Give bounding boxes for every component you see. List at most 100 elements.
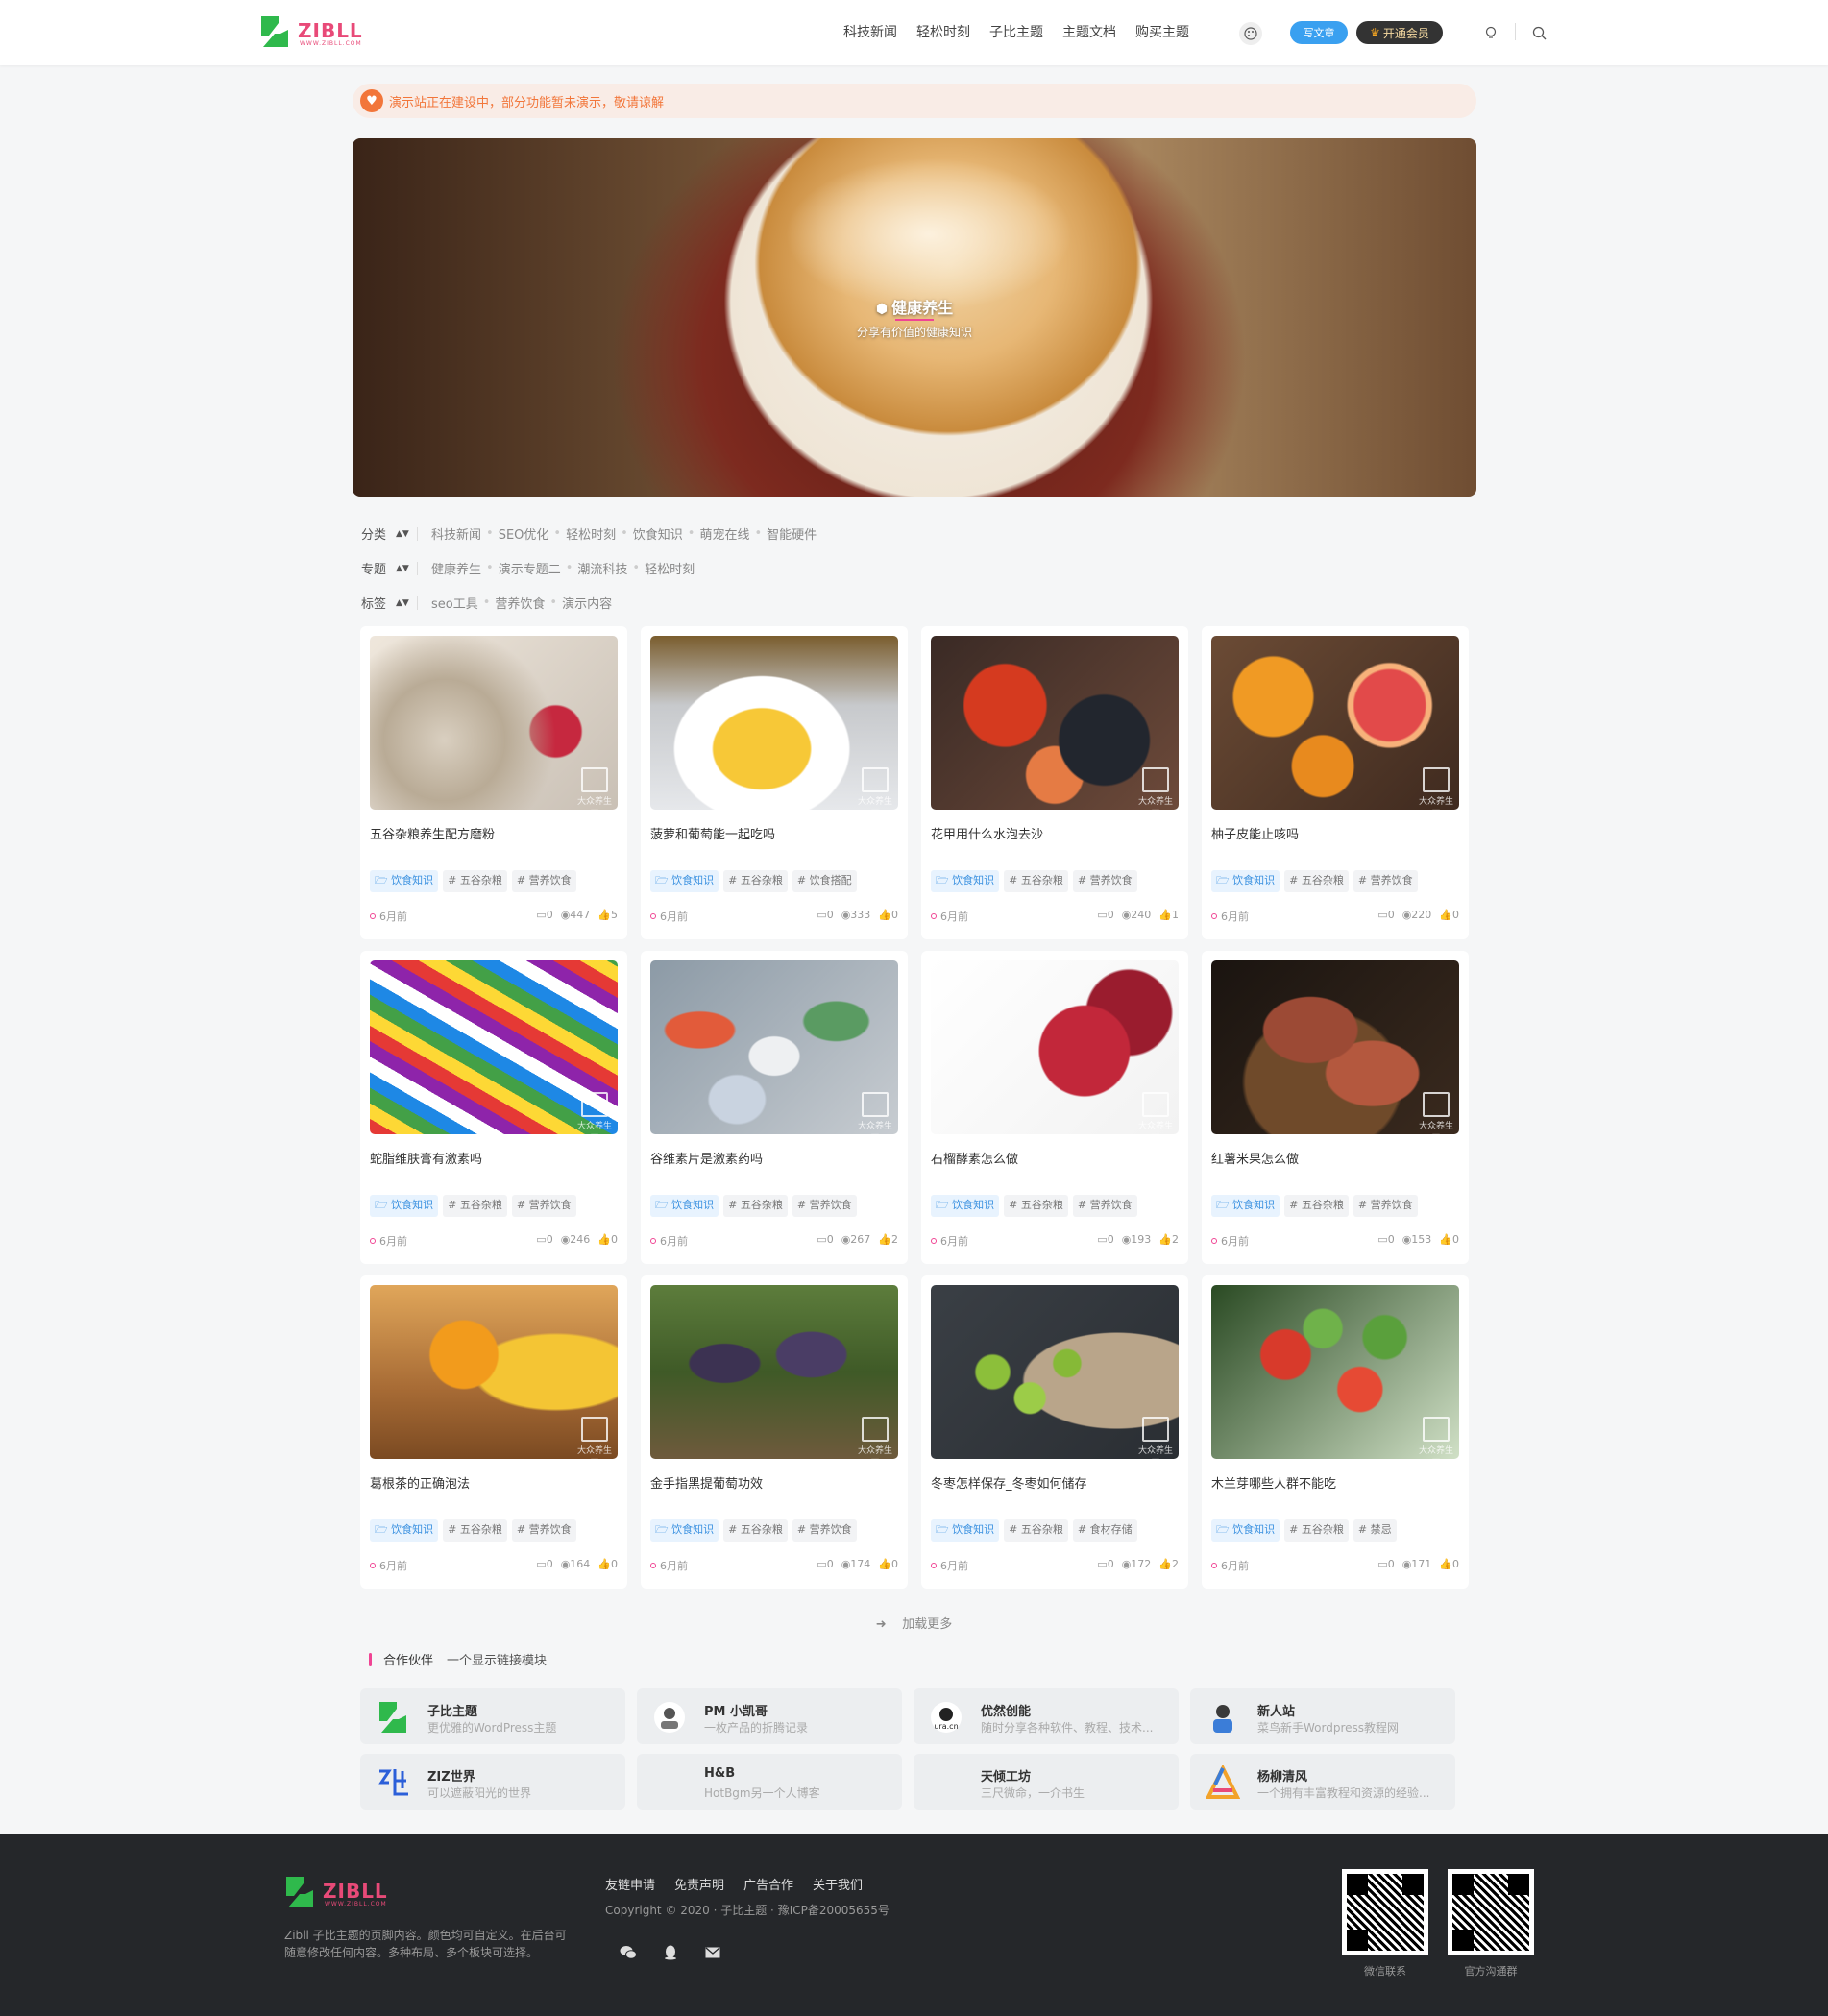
site-logo[interactable]: ZIBLL WWW.ZIBLL.COM	[259, 14, 375, 53]
sort-arrows-icon[interactable]: ▲▼	[396, 529, 417, 539]
vip-button[interactable]: ♛ 开通会员	[1356, 21, 1443, 44]
post-thumbnail[interactable]: 大众养生网	[1211, 960, 1459, 1134]
partner-link[interactable]: 天倾工坊 三尺微命，一介书生	[914, 1754, 1179, 1810]
partner-link[interactable]: PM 小凯哥 一枚产品的折腾记录	[637, 1688, 902, 1744]
topic-tag[interactable]: # 营养饮食	[792, 1519, 857, 1542]
post-card[interactable]: 大众养生网蛇脂维肤膏有激素吗🗁 饮食知识# 五谷杂粮# 营养饮食6月前▭0◉24…	[360, 951, 627, 1264]
search-button[interactable]	[1529, 23, 1548, 42]
topic-tag[interactable]: # 五谷杂粮	[1284, 870, 1349, 892]
topic-tag[interactable]: # 禁忌	[1353, 1519, 1397, 1542]
post-thumbnail[interactable]: 大众养生网	[931, 960, 1179, 1134]
post-title[interactable]: 谷维素片是激素药吗	[650, 1149, 763, 1167]
category-tag[interactable]: 🗁 饮食知识	[650, 1195, 719, 1217]
topic-tag[interactable]: # 五谷杂粮	[443, 1195, 507, 1217]
post-thumbnail[interactable]: 大众养生网	[650, 636, 898, 810]
topic-tag[interactable]: # 营养饮食	[1072, 1195, 1137, 1217]
notification-button[interactable]	[1481, 23, 1500, 42]
topic-tag[interactable]: # 营养饮食	[1072, 870, 1137, 892]
post-title[interactable]: 菠萝和葡萄能一起吃吗	[650, 824, 775, 842]
post-card[interactable]: 大众养生网谷维素片是激素药吗🗁 饮食知识# 五谷杂粮# 营养饮食6月前▭0◉26…	[641, 951, 908, 1264]
load-more-button[interactable]: ➜ 加载更多	[0, 1614, 1828, 1632]
nav-item-buy-theme[interactable]: 购买主题	[1135, 22, 1189, 41]
filter-item[interactable]: 演示内容	[562, 594, 612, 612]
footer-link-about[interactable]: 关于我们	[813, 1875, 863, 1893]
post-thumbnail[interactable]: 大众养生网	[931, 636, 1179, 810]
category-tag[interactable]: 🗁 饮食知识	[650, 870, 719, 892]
filter-item[interactable]: seo工具	[431, 594, 478, 612]
category-tag[interactable]: 🗁 饮食知识	[931, 1195, 1000, 1217]
post-title[interactable]: 石榴酵素怎么做	[931, 1149, 1018, 1167]
filter-item[interactable]: 智能硬件	[767, 524, 817, 543]
post-card[interactable]: 大众养生网五谷杂粮养生配方磨粉🗁 饮食知识# 五谷杂粮# 营养饮食6月前▭0◉4…	[360, 626, 627, 939]
post-card[interactable]: 大众养生网金手指黑提葡萄功效🗁 饮食知识# 五谷杂粮# 营养饮食6月前▭0◉17…	[641, 1275, 908, 1589]
wechat-icon[interactable]	[618, 1942, 639, 1963]
write-post-button[interactable]: 写文章	[1290, 21, 1348, 44]
nav-item-theme-docs[interactable]: 主题文档	[1062, 22, 1116, 41]
topic-tag[interactable]: # 营养饮食	[511, 870, 576, 892]
topic-tag[interactable]: # 五谷杂粮	[443, 1519, 507, 1542]
post-thumbnail[interactable]: 大众养生网	[1211, 1285, 1459, 1459]
post-title[interactable]: 葛根茶的正确泡法	[370, 1473, 470, 1492]
post-title[interactable]: 红薯米果怎么做	[1211, 1149, 1299, 1167]
nav-item-zibll-theme[interactable]: 子比主题	[989, 22, 1043, 41]
post-title[interactable]: 柚子皮能止咳吗	[1211, 824, 1299, 842]
topic-tag[interactable]: # 五谷杂粮	[1004, 1519, 1068, 1542]
category-tag[interactable]: 🗁 饮食知识	[1211, 870, 1280, 892]
post-card[interactable]: 大众养生网花甲用什么水泡去沙🗁 饮食知识# 五谷杂粮# 营养饮食6月前▭0◉24…	[921, 626, 1188, 939]
partner-link[interactable]: 新人站 菜鸟新手Wordpress教程网	[1190, 1688, 1455, 1744]
filter-item[interactable]: 萌宠在线	[699, 524, 749, 543]
post-title[interactable]: 木兰芽哪些人群不能吃	[1211, 1473, 1336, 1492]
mail-icon[interactable]	[702, 1942, 723, 1963]
post-thumbnail[interactable]: 大众养生网	[650, 1285, 898, 1459]
topic-tag[interactable]: # 五谷杂粮	[1004, 870, 1068, 892]
topic-tag[interactable]: # 五谷杂粮	[1284, 1519, 1349, 1542]
topic-tag[interactable]: # 饮食搭配	[792, 870, 857, 892]
category-tag[interactable]: 🗁 饮食知识	[370, 1519, 439, 1542]
partner-link[interactable]: 子比主题 更优雅的WordPress主题	[360, 1688, 625, 1744]
partner-link[interactable]: ura.cn 优然创能 随时分享各种软件、教程、技术...	[914, 1688, 1179, 1744]
post-title[interactable]: 花甲用什么水泡去沙	[931, 824, 1043, 842]
topic-tag[interactable]: # 五谷杂粮	[1284, 1195, 1349, 1217]
sort-arrows-icon[interactable]: ▲▼	[396, 598, 417, 608]
category-tag[interactable]: 🗁 饮食知识	[370, 870, 439, 892]
post-title[interactable]: 蛇脂维肤膏有激素吗	[370, 1149, 482, 1167]
filter-item[interactable]: 潮流科技	[577, 559, 627, 577]
post-thumbnail[interactable]: 大众养生网	[650, 960, 898, 1134]
category-tag[interactable]: 🗁 饮食知识	[931, 1519, 1000, 1542]
filter-item[interactable]: 科技新闻	[431, 524, 481, 543]
topic-tag[interactable]: # 营养饮食	[1353, 870, 1418, 892]
footer-link-friend[interactable]: 友链申请	[605, 1875, 655, 1893]
topic-tag[interactable]: # 五谷杂粮	[443, 870, 507, 892]
post-thumbnail[interactable]: 大众养生网	[370, 960, 618, 1134]
topic-tag[interactable]: # 五谷杂粮	[723, 1195, 788, 1217]
category-tag[interactable]: 🗁 饮食知识	[650, 1519, 719, 1542]
footer-link-disclaimer[interactable]: 免责声明	[674, 1875, 724, 1893]
post-card[interactable]: 大众养生网木兰芽哪些人群不能吃🗁 饮食知识# 五谷杂粮# 禁忌6月前▭0◉171…	[1202, 1275, 1469, 1589]
post-card[interactable]: 大众养生网菠萝和葡萄能一起吃吗🗁 饮食知识# 五谷杂粮# 饮食搭配6月前▭0◉3…	[641, 626, 908, 939]
partner-link[interactable]: H&B HotBgm另一个人博客	[637, 1754, 902, 1810]
filter-item[interactable]: 演示专题二	[499, 559, 561, 577]
topic-tag[interactable]: # 食材存储	[1072, 1519, 1137, 1542]
footer-link-ads[interactable]: 广告合作	[743, 1875, 793, 1893]
post-thumbnail[interactable]: 大众养生网	[370, 636, 618, 810]
post-card[interactable]: 大众养生网柚子皮能止咳吗🗁 饮食知识# 五谷杂粮# 营养饮食6月前▭0◉220👍…	[1202, 626, 1469, 939]
filter-item[interactable]: 轻松时刻	[645, 559, 695, 577]
qq-icon[interactable]	[660, 1942, 681, 1963]
post-card[interactable]: 大众养生网红薯米果怎么做🗁 饮食知识# 五谷杂粮# 营养饮食6月前▭0◉153👍…	[1202, 951, 1469, 1264]
sort-arrows-icon[interactable]: ▲▼	[396, 564, 417, 573]
theme-toggle-button[interactable]	[1239, 22, 1262, 45]
topic-tag[interactable]: # 营养饮食	[792, 1195, 857, 1217]
post-card[interactable]: 大众养生网冬枣怎样保存_冬枣如何储存🗁 饮食知识# 五谷杂粮# 食材存储6月前▭…	[921, 1275, 1188, 1589]
post-thumbnail[interactable]: 大众养生网	[931, 1285, 1179, 1459]
post-title[interactable]: 冬枣怎样保存_冬枣如何储存	[931, 1473, 1087, 1492]
topic-tag[interactable]: # 五谷杂粮	[723, 1519, 788, 1542]
category-tag[interactable]: 🗁 饮食知识	[1211, 1195, 1280, 1217]
topic-tag[interactable]: # 五谷杂粮	[723, 870, 788, 892]
nav-item-relax[interactable]: 轻松时刻	[916, 22, 970, 41]
category-tag[interactable]: 🗁 饮食知识	[370, 1195, 439, 1217]
category-tag[interactable]: 🗁 饮食知识	[931, 870, 1000, 892]
topic-tag[interactable]: # 五谷杂粮	[1004, 1195, 1068, 1217]
filter-item[interactable]: 饮食知识	[633, 524, 683, 543]
nav-item-tech-news[interactable]: 科技新闻	[843, 22, 897, 41]
post-title[interactable]: 金手指黑提葡萄功效	[650, 1473, 763, 1492]
